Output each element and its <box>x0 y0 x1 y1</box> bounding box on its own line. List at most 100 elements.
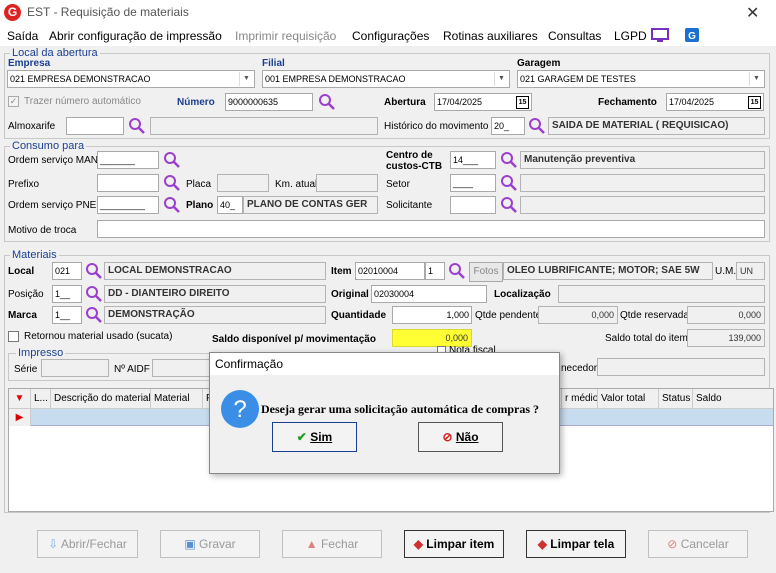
km-atual-label: Km. atual <box>275 179 318 190</box>
close-window-button[interactable]: ✕ <box>746 3 759 23</box>
sort-down-icon[interactable]: ▼ <box>9 389 31 409</box>
impresso-legend: Impresso <box>16 347 66 359</box>
empresa-select[interactable]: 021 EMPRESA DEMONSTRACAO ▼ <box>7 70 255 88</box>
posicao-desc: DD - DIANTEIRO DIREITO <box>104 285 326 303</box>
limpar-item-button[interactable]: ◆ Limpar item <box>404 530 504 558</box>
fotos-button[interactable]: Fotos <box>469 262 503 282</box>
historico-desc: SAIDA DE MATERIAL ( REQUISICAO) <box>548 117 765 135</box>
os-man-label: Ordem serviço MAN <box>8 155 99 166</box>
column-header[interactable]: Status <box>659 389 693 409</box>
os-pne-input[interactable]: _________ <box>97 196 159 214</box>
solicitante-input[interactable] <box>450 196 496 214</box>
os-man-input[interactable]: _______ <box>97 151 159 169</box>
menu-lgpd[interactable]: LGPD <box>614 29 647 43</box>
qtde-pendente-value: 0,000 <box>538 306 618 324</box>
menu-configuracoes[interactable]: Configurações <box>352 29 429 43</box>
search-icon[interactable] <box>128 117 146 135</box>
menu-rotinas-auxiliares[interactable]: Rotinas auxiliares <box>443 29 538 43</box>
item-label: Item <box>331 266 352 277</box>
almoxarife-label: Almoxarife <box>8 121 56 132</box>
search-icon[interactable] <box>163 151 181 169</box>
limpar-tela-button[interactable]: ◆ Limpar tela <box>526 530 626 558</box>
almoxarife-input[interactable] <box>66 117 124 135</box>
marca-desc: DEMONSTRAÇÃO <box>104 306 326 324</box>
search-icon[interactable] <box>500 174 518 192</box>
search-icon[interactable] <box>500 196 518 214</box>
chevron-down-icon[interactable]: ▼ <box>494 72 508 86</box>
column-header[interactable]: Descrição do material <box>51 389 151 409</box>
search-icon[interactable] <box>500 151 518 169</box>
column-header[interactable]: Saldo <box>693 389 773 409</box>
original-label: Original <box>331 289 369 300</box>
monitor-icon[interactable] <box>651 28 669 43</box>
search-icon[interactable] <box>448 262 466 280</box>
setor-input[interactable]: ____ <box>450 174 496 192</box>
dialog-message: Deseja gerar uma solicitação automática … <box>261 402 540 416</box>
search-icon[interactable] <box>528 117 546 135</box>
search-icon[interactable] <box>85 262 103 280</box>
motivo-troca-label: Motivo de troca <box>8 225 77 236</box>
column-header[interactable]: Valor total <box>598 389 659 409</box>
plano-input[interactable]: 40_ <box>217 196 243 214</box>
help-book-icon[interactable]: G <box>684 27 700 43</box>
os-pne-label: Ordem serviço PNE <box>8 200 97 211</box>
serie-label: Série <box>14 364 38 375</box>
fornecedor-value <box>597 358 765 376</box>
cancelar-button[interactable]: ⊘ Cancelar <box>648 530 748 558</box>
placa-label: Placa <box>186 179 212 190</box>
historico-input[interactable]: 20_ <box>491 117 525 135</box>
marca-input[interactable]: 1__ <box>52 306 82 324</box>
window-title: EST - Requisição de materiais <box>27 5 189 19</box>
posicao-label: Posição <box>8 289 44 300</box>
abertura-date-input[interactable]: 17/04/2025 15 <box>434 93 532 111</box>
garagem-select[interactable]: 021 GARAGEM DE TESTES ▼ <box>517 70 765 88</box>
item-input[interactable]: 02010004 <box>355 262 425 280</box>
saldo-total-label: Saldo total do item <box>605 333 688 344</box>
filial-select[interactable]: 001 EMPRESA DEMONSTRACAO ▼ <box>262 70 510 88</box>
trazer-numero-checkbox[interactable]: ✓ <box>8 96 19 107</box>
retornou-sucata-checkbox[interactable] <box>8 331 19 342</box>
numero-input[interactable]: 9000000635 <box>225 93 313 111</box>
posicao-input[interactable]: 1__ <box>52 285 82 303</box>
menu-saida[interactable]: Saída <box>7 29 38 43</box>
quantidade-input[interactable]: 1,000 <box>392 306 472 324</box>
search-icon[interactable] <box>85 285 103 303</box>
centro-custos-desc: Manutenção preventiva <box>520 151 765 169</box>
um-label: U.M. <box>715 266 737 277</box>
fechar-button[interactable]: ▲ Fechar <box>282 530 382 558</box>
search-icon[interactable] <box>163 196 181 214</box>
historico-label: Histórico do movimento <box>384 121 489 132</box>
quantidade-label: Quantidade <box>331 310 387 321</box>
plano-label: Plano <box>186 200 214 211</box>
chevron-down-icon[interactable]: ▼ <box>749 72 763 86</box>
nao-button[interactable]: ⊘ Não <box>418 422 503 452</box>
chevron-down-icon[interactable]: ▼ <box>239 72 253 86</box>
column-header[interactable]: Material <box>151 389 203 409</box>
search-icon[interactable] <box>163 174 181 192</box>
menu-consultas[interactable]: Consultas <box>548 29 601 43</box>
motivo-troca-input[interactable] <box>97 220 765 238</box>
sim-button[interactable]: ✔ Sim <box>272 422 357 452</box>
calendar-icon[interactable]: 15 <box>748 96 761 109</box>
prefixo-label: Prefixo <box>8 179 40 190</box>
fechamento-date-input[interactable]: 17/04/2025 15 <box>666 93 764 111</box>
centro-custos-input[interactable]: 14___ <box>450 151 496 169</box>
menu-abrir-configuracao[interactable]: Abrir configuração de impressão <box>49 29 222 43</box>
empresa-label: Empresa <box>8 58 51 69</box>
fornecedor-label: necedor <box>561 363 598 374</box>
gravar-button[interactable]: ▣ Gravar <box>160 530 260 558</box>
column-header[interactable]: L... <box>31 389 51 409</box>
prefixo-input[interactable] <box>97 174 159 192</box>
search-icon[interactable] <box>318 93 336 111</box>
abrir-fechar-button[interactable]: ⇩ Abrir/Fechar <box>37 530 138 558</box>
local-desc: LOCAL DEMONSTRACAO <box>104 262 326 280</box>
original-input[interactable]: 02030004 <box>371 285 487 303</box>
almoxarife-desc <box>150 117 378 135</box>
serie-value <box>41 359 109 377</box>
local-input[interactable]: 021 <box>52 262 82 280</box>
search-icon[interactable] <box>85 306 103 324</box>
item-seq-input[interactable]: 1 <box>425 262 445 280</box>
column-header[interactable]: r médio <box>561 389 598 409</box>
aidf-label: Nº AIDF <box>114 364 150 375</box>
calendar-icon[interactable]: 15 <box>516 96 529 109</box>
